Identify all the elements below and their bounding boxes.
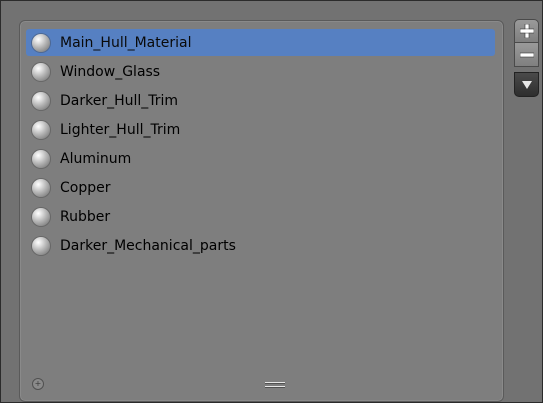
- material-list: Main_Hull_Material Window_Glass Darker_H…: [19, 20, 504, 402]
- material-slot-window-glass[interactable]: Window_Glass: [26, 58, 495, 85]
- material-sphere-icon: [32, 91, 50, 110]
- down-arrow-icon: [521, 80, 532, 89]
- material-slots-panel: Main_Hull_Material Window_Glass Darker_H…: [0, 0, 543, 403]
- material-slot-main-hull-material[interactable]: Main_Hull_Material: [26, 29, 495, 56]
- material-sphere-icon: [32, 236, 50, 255]
- material-specials-menu-button[interactable]: [514, 72, 539, 97]
- material-sphere-icon: [32, 178, 50, 197]
- material-list-items: Main_Hull_Material Window_Glass Darker_H…: [26, 29, 495, 261]
- add-material-slot-button[interactable]: [514, 19, 539, 43]
- material-slot-label: Rubber: [60, 208, 111, 225]
- material-slot-label: Window_Glass: [60, 63, 161, 80]
- material-slot-tools: [514, 19, 540, 97]
- material-slot-label: Lighter_Hull_Trim: [60, 121, 181, 138]
- material-slot-label: Aluminum: [60, 150, 132, 167]
- material-slot-darker-mechanical-parts[interactable]: Darker_Mechanical_parts: [26, 232, 495, 259]
- material-sphere-icon: [32, 62, 50, 81]
- material-slot-label: Darker_Hull_Trim: [60, 92, 179, 109]
- material-slot-label: Darker_Mechanical_parts: [60, 237, 236, 254]
- material-slot-darker-hull-trim[interactable]: Darker_Hull_Trim: [26, 87, 495, 114]
- filter-options-icon[interactable]: +: [32, 378, 44, 390]
- material-slot-lighter-hull-trim[interactable]: Lighter_Hull_Trim: [26, 116, 495, 143]
- material-sphere-icon: [32, 149, 50, 168]
- material-slot-copper[interactable]: Copper: [26, 174, 495, 201]
- material-slot-aluminum[interactable]: Aluminum: [26, 145, 495, 172]
- material-sphere-icon: [32, 33, 50, 52]
- minus-icon: [519, 52, 534, 57]
- plus-icon: [519, 24, 534, 38]
- material-sphere-icon: [32, 120, 50, 139]
- material-sphere-icon: [32, 207, 50, 226]
- material-slot-rubber[interactable]: Rubber: [26, 203, 495, 230]
- remove-material-slot-button[interactable]: [514, 43, 539, 67]
- resize-grip-icon[interactable]: [265, 382, 285, 388]
- material-slot-label: Main_Hull_Material: [60, 34, 192, 51]
- material-slot-label: Copper: [60, 179, 111, 196]
